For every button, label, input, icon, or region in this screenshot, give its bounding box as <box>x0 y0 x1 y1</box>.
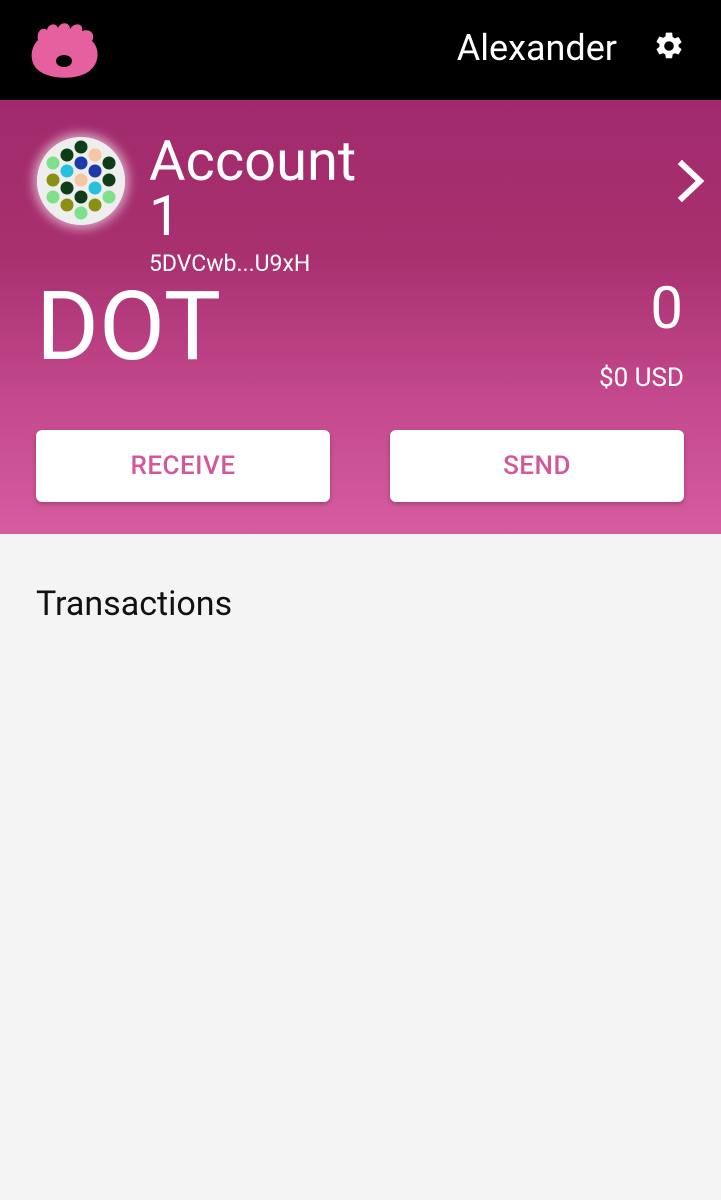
identicon-icon <box>37 137 125 225</box>
receive-button[interactable]: RECEIVE <box>36 430 330 502</box>
transactions-title: Transactions <box>36 584 233 624</box>
polkadot-logo-icon[interactable] <box>30 20 102 78</box>
top-app-bar: Alexander <box>0 0 721 100</box>
transactions-list <box>0 640 721 1200</box>
account-summary-card: Account 1 5DVCwb...U9xH DOT 0 $0 USD REC… <box>0 100 721 534</box>
asset-ticker: DOT <box>36 271 222 383</box>
fiat-balance: $0 USD <box>598 363 684 393</box>
account-name[interactable]: Account 1 <box>149 133 389 244</box>
send-button[interactable]: SEND <box>390 430 684 502</box>
balance-amount: 0 <box>650 275 683 343</box>
identicon-avatar[interactable] <box>37 137 125 225</box>
gear-icon[interactable] <box>653 30 685 62</box>
user-name[interactable]: Alexander <box>457 26 617 70</box>
chevron-right-icon[interactable] <box>676 160 706 202</box>
